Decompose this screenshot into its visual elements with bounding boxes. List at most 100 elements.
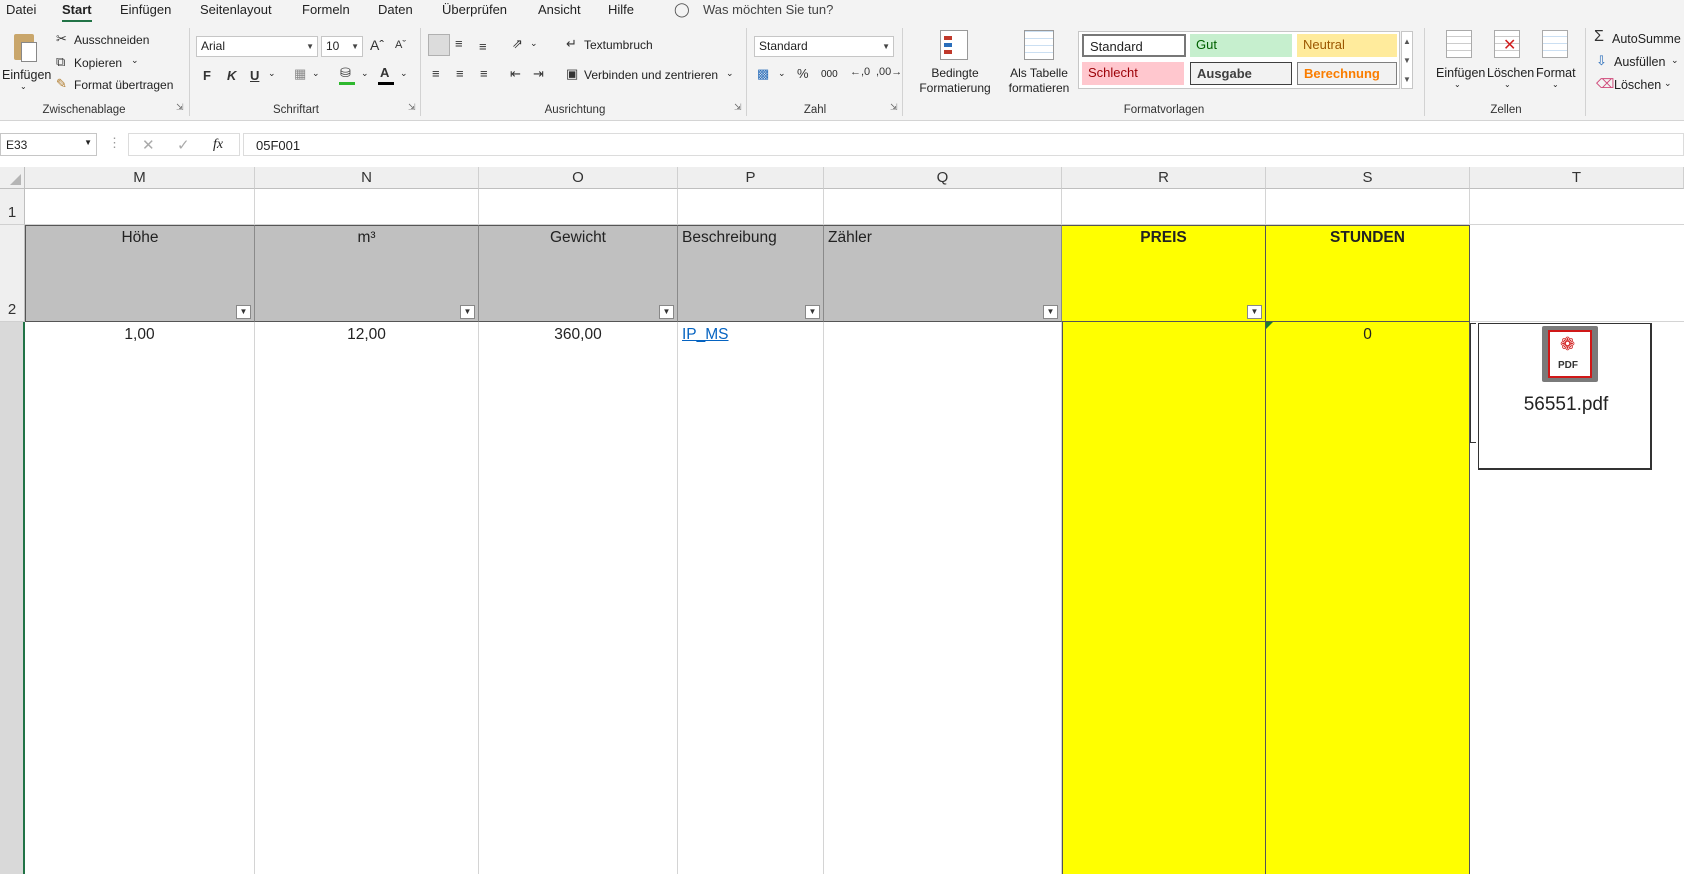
- style-berechnung[interactable]: Berechnung: [1297, 62, 1397, 85]
- header-cell-hoehe[interactable]: Höhe ▼: [25, 225, 255, 322]
- increase-indent-icon[interactable]: ⇥: [533, 66, 544, 82]
- percent-button[interactable]: %: [797, 66, 809, 81]
- shrink-font-icon[interactable]: Aˇ: [395, 39, 406, 51]
- header-cell-beschreibung[interactable]: Beschreibung ▼: [678, 225, 824, 322]
- paste-chevron-icon[interactable]: ⌄: [20, 82, 27, 91]
- font-color-chevron-icon[interactable]: ⌄: [400, 68, 408, 79]
- merge-chevron-icon[interactable]: ⌄: [726, 68, 734, 79]
- column-header-p[interactable]: P: [678, 167, 824, 189]
- align-left-icon[interactable]: ≡: [432, 66, 440, 81]
- borders-icon[interactable]: ▦: [294, 66, 306, 82]
- row-header-2[interactable]: 2: [0, 225, 25, 322]
- number-format-select[interactable]: Standard ▼: [754, 36, 894, 57]
- column-header-o[interactable]: O: [479, 167, 678, 189]
- tab-ueberpruefen[interactable]: Überprüfen: [442, 2, 507, 17]
- currency-icon[interactable]: ▩: [757, 66, 769, 82]
- font-size-select[interactable]: 10 ▼: [321, 36, 363, 57]
- filter-dropdown-icon[interactable]: ▼: [460, 305, 475, 319]
- cell[interactable]: [824, 189, 1062, 225]
- column-header-q[interactable]: Q: [824, 167, 1062, 189]
- cell[interactable]: [25, 189, 255, 225]
- cell[interactable]: [1266, 189, 1470, 225]
- header-cell-stunden[interactable]: STUNDEN: [1266, 225, 1470, 322]
- style-gut[interactable]: Gut: [1190, 34, 1292, 57]
- filter-dropdown-icon[interactable]: ▼: [1043, 305, 1058, 319]
- format-chevron-icon[interactable]: ⌄: [1552, 80, 1559, 89]
- column-header-s[interactable]: S: [1266, 167, 1470, 189]
- style-ausgabe[interactable]: Ausgabe: [1190, 62, 1292, 85]
- font-name-select[interactable]: Arial ▼: [196, 36, 318, 57]
- align-middle-icon[interactable]: ≡: [455, 36, 463, 51]
- filter-dropdown-icon[interactable]: ▼: [659, 305, 674, 319]
- align-right-icon[interactable]: ≡: [480, 66, 488, 81]
- increase-decimal-icon[interactable]: ←,0: [850, 66, 870, 78]
- data-cell-m3[interactable]: 12,00: [255, 322, 479, 874]
- tab-start[interactable]: Start: [62, 2, 92, 22]
- tab-seitenlayout[interactable]: Seitenlayout: [200, 2, 272, 17]
- header-cell-preis[interactable]: PREIS ▼: [1062, 225, 1266, 322]
- header-cell-zaehler[interactable]: Zähler ▼: [824, 225, 1062, 322]
- cell[interactable]: [678, 189, 824, 225]
- row-header-selected[interactable]: [0, 322, 25, 874]
- column-header-m[interactable]: M: [25, 167, 255, 189]
- dialog-launcher-icon[interactable]: ⇲: [176, 102, 184, 113]
- header-cell-m3[interactable]: m³ ▼: [255, 225, 479, 322]
- grow-font-icon[interactable]: Aˆ: [370, 37, 384, 53]
- orientation-chevron-icon[interactable]: ⌄: [530, 38, 538, 49]
- filter-dropdown-icon[interactable]: ▼: [805, 305, 820, 319]
- name-box[interactable]: E33 ▼: [0, 133, 97, 156]
- cancel-icon[interactable]: ✕: [142, 136, 155, 154]
- dialog-launcher-icon[interactable]: ⇲: [408, 102, 416, 113]
- row-header-1[interactable]: 1: [0, 189, 25, 225]
- filter-dropdown-icon[interactable]: ▼: [236, 305, 251, 319]
- underline-chevron-icon[interactable]: ⌄: [268, 68, 276, 79]
- data-cell-stunden[interactable]: 0: [1266, 322, 1470, 874]
- wrap-text-button[interactable]: Textumbruch: [584, 38, 653, 52]
- thousands-button[interactable]: 000: [821, 69, 838, 80]
- column-header-r[interactable]: R: [1062, 167, 1266, 189]
- paste-button[interactable]: Einfügen: [2, 68, 51, 82]
- formula-input[interactable]: 05F001: [243, 133, 1684, 156]
- tab-ansicht[interactable]: Ansicht: [538, 2, 581, 17]
- format-painter-button[interactable]: Format übertragen: [74, 78, 173, 92]
- tab-daten[interactable]: Daten: [378, 2, 413, 17]
- align-bottom-icon[interactable]: ≡: [479, 39, 487, 54]
- font-color-icon[interactable]: A: [380, 65, 389, 80]
- data-cell-beschreibung[interactable]: IP_MS: [678, 322, 824, 874]
- cell[interactable]: [1470, 225, 1684, 322]
- cell[interactable]: [1470, 189, 1684, 225]
- fill-chevron-icon[interactable]: ⌄: [1671, 55, 1679, 66]
- data-cell-preis[interactable]: [1062, 322, 1266, 874]
- italic-button[interactable]: K: [227, 68, 236, 83]
- underline-button[interactable]: U: [250, 68, 259, 83]
- confirm-icon[interactable]: ✓: [177, 136, 190, 154]
- header-cell-gewicht[interactable]: Gewicht ▼: [479, 225, 678, 322]
- tell-me-search[interactable]: Was möchten Sie tun?: [703, 2, 833, 17]
- borders-chevron-icon[interactable]: ⌄: [312, 68, 320, 79]
- select-all-corner[interactable]: [0, 167, 25, 189]
- styles-gallery-scroll[interactable]: ▲ ▼ ▼: [1401, 31, 1413, 89]
- format-as-table-button[interactable]: Als Tabelle formatieren: [996, 66, 1082, 96]
- delete-cells-button[interactable]: Löschen: [1487, 66, 1534, 80]
- insert-chevron-icon[interactable]: ⌄: [1454, 80, 1461, 89]
- clear-chevron-icon[interactable]: ⌄: [1664, 78, 1672, 89]
- copy-button[interactable]: Kopieren: [74, 56, 122, 70]
- decrease-decimal-icon[interactable]: ,00→: [876, 66, 902, 78]
- data-cell-hoehe[interactable]: 1,00: [25, 322, 255, 874]
- fill-button[interactable]: Ausfüllen: [1614, 55, 1665, 69]
- insert-function-icon[interactable]: fx: [213, 137, 223, 153]
- tab-einfuegen[interactable]: Einfügen: [120, 2, 171, 17]
- cut-button[interactable]: Ausschneiden: [74, 33, 149, 47]
- tab-formeln[interactable]: Formeln: [302, 2, 350, 17]
- conditional-formatting-button[interactable]: Bedingte Formatierung: [910, 66, 1000, 96]
- autosum-button[interactable]: AutoSumme: [1612, 32, 1681, 46]
- decrease-indent-icon[interactable]: ⇤: [510, 66, 521, 82]
- fill-chevron-icon[interactable]: ⌄: [361, 68, 369, 79]
- hyperlink[interactable]: IP_MS: [682, 326, 729, 343]
- insert-cells-button[interactable]: Einfügen: [1436, 66, 1485, 80]
- cell[interactable]: [479, 189, 678, 225]
- orientation-icon[interactable]: ⇗: [512, 36, 523, 52]
- embedded-pdf-object[interactable]: ❁ PDF 56551.pdf: [1478, 323, 1652, 470]
- currency-chevron-icon[interactable]: ⌄: [778, 68, 786, 79]
- style-standard[interactable]: Standard: [1082, 34, 1186, 57]
